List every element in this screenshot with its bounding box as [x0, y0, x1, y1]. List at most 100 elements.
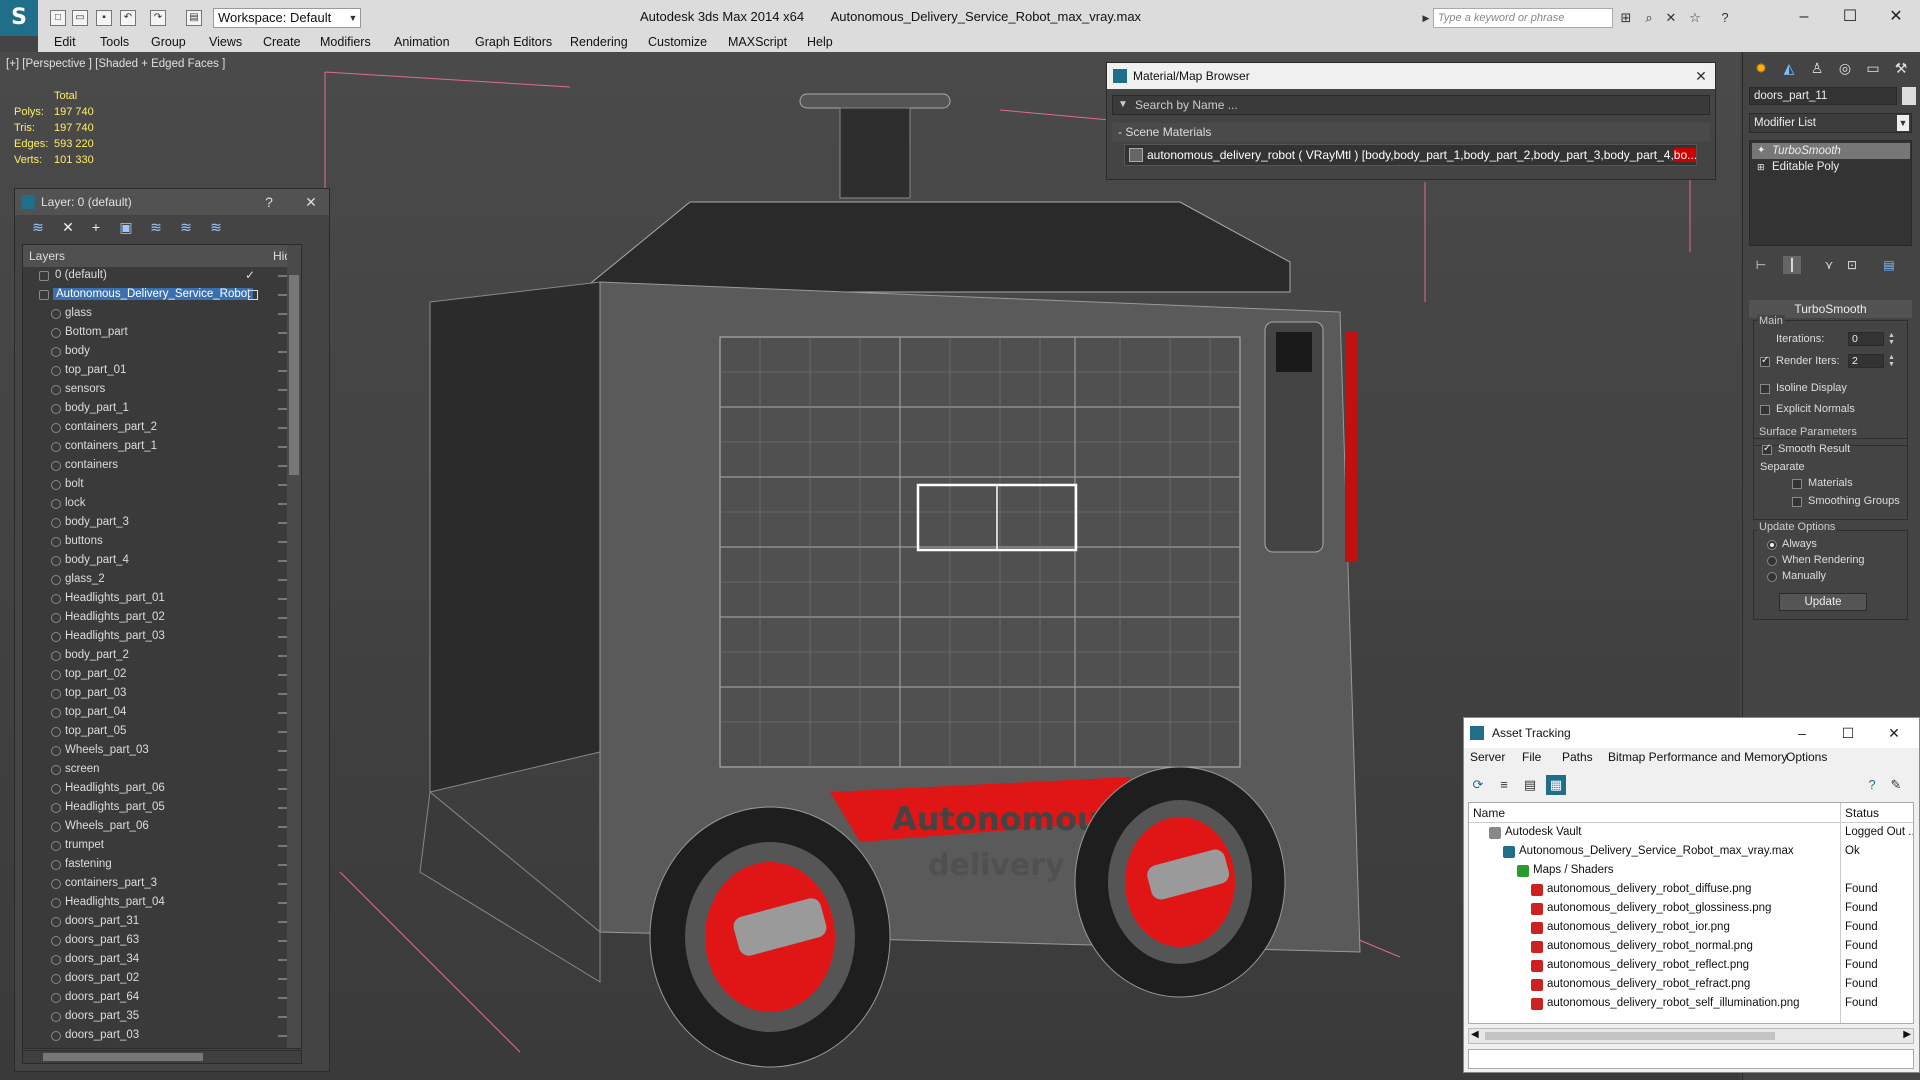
- asset-row[interactable]: autonomous_delivery_robot_glossiness.png…: [1469, 900, 1913, 919]
- layer-object-row[interactable]: top_part_03: [23, 685, 301, 704]
- hierarchy-tab-icon[interactable]: ♙: [1805, 56, 1829, 80]
- update-manually-radio[interactable]: [1767, 572, 1777, 582]
- layer-object-row[interactable]: doors_part_35: [23, 1008, 301, 1027]
- asset-tracking-title[interactable]: Asset Tracking – ☐ ✕: [1464, 718, 1919, 748]
- favorite-star-icon[interactable]: ☆: [1686, 10, 1704, 26]
- viewport-label[interactable]: [+] [Perspective ] [Shaded + Edged Faces…: [6, 58, 225, 70]
- display-tab-icon[interactable]: ▭: [1861, 56, 1885, 80]
- show-end-result-icon[interactable]: ┃: [1783, 256, 1801, 274]
- at-menu-bitmap[interactable]: Bitmap Performance and Memory: [1608, 750, 1787, 764]
- project-folder-icon[interactable]: ▤: [186, 10, 202, 26]
- pin-icon[interactable]: ✎: [1886, 775, 1906, 795]
- new-file-icon[interactable]: □: [50, 10, 66, 26]
- menu-modifiers[interactable]: Modifiers: [320, 35, 371, 49]
- layer-object-row[interactable]: Wheels_part_03: [23, 742, 301, 761]
- list-view-icon[interactable]: ≡: [1494, 775, 1514, 795]
- modifier-stack[interactable]: ✦ TurboSmooth ⊞ Editable Poly: [1749, 140, 1912, 246]
- freeze-all-icon[interactable]: ≋: [206, 217, 226, 237]
- layer-object-row[interactable]: lock: [23, 495, 301, 514]
- workspace-dropdown[interactable]: Workspace: Default: [213, 8, 361, 28]
- layer-object-row[interactable]: doors_part_64: [23, 989, 301, 1008]
- scroll-thumb[interactable]: [289, 275, 299, 475]
- asset-table[interactable]: Name Status Autodesk Vault Logged Out ...…: [1468, 802, 1914, 1024]
- layer-vertical-scrollbar[interactable]: [287, 245, 301, 1048]
- scene-materials-section[interactable]: - Scene Materials: [1112, 123, 1710, 141]
- layer-object-row[interactable]: doors_part_63: [23, 932, 301, 951]
- menu-customize[interactable]: Customize: [648, 35, 707, 49]
- filter-icon[interactable]: ▼: [1118, 96, 1128, 114]
- layer-object-row[interactable]: body: [23, 343, 301, 362]
- hide-all-icon[interactable]: ≋: [176, 217, 196, 237]
- asset-row[interactable]: Maps / Shaders: [1469, 862, 1913, 881]
- material-browser-title[interactable]: Material/Map Browser ✕: [1107, 63, 1715, 89]
- save-file-icon[interactable]: ▪: [96, 10, 112, 26]
- maximize-icon[interactable]: ☐: [1826, 718, 1870, 748]
- layer-object-row[interactable]: body_part_1: [23, 400, 301, 419]
- layer-object-row[interactable]: fastening: [23, 856, 301, 875]
- expand-plus-icon[interactable]: ⊞: [1757, 159, 1765, 175]
- search-input[interactable]: Type a keyword or phrase: [1433, 8, 1613, 28]
- asset-horizontal-scrollbar[interactable]: ◀ ▶: [1468, 1028, 1914, 1044]
- new-layer-icon[interactable]: ≋: [28, 217, 48, 237]
- layer-object-row[interactable]: body_part_2: [23, 647, 301, 666]
- at-menu-options[interactable]: Options: [1786, 750, 1827, 764]
- close-icon[interactable]: ✕: [301, 189, 321, 215]
- asset-row[interactable]: autonomous_delivery_robot_refract.png Fou…: [1469, 976, 1913, 995]
- undo-icon[interactable]: ↶: [120, 10, 136, 26]
- stack-item-turbosmooth[interactable]: ✦ TurboSmooth: [1752, 143, 1910, 159]
- object-name-field[interactable]: doors_part_11: [1749, 87, 1897, 105]
- search-icon[interactable]: ⌕: [1640, 10, 1658, 26]
- update-rendering-radio[interactable]: [1767, 556, 1777, 566]
- chevron-down-icon[interactable]: ▼: [1897, 115, 1909, 131]
- menu-group[interactable]: Group: [151, 35, 186, 49]
- pin-stack-icon[interactable]: ⊢: [1752, 256, 1770, 274]
- close-icon[interactable]: ✕: [1691, 63, 1711, 89]
- scroll-right-icon[interactable]: ▶: [1903, 1029, 1911, 1040]
- asset-path-field[interactable]: [1468, 1049, 1914, 1069]
- at-menu-paths[interactable]: Paths: [1562, 750, 1593, 764]
- layer-object-row[interactable]: trumpet: [23, 837, 301, 856]
- menu-views[interactable]: Views: [209, 35, 242, 49]
- open-file-icon[interactable]: ▭: [72, 10, 88, 26]
- refresh-icon[interactable]: ⟳: [1468, 775, 1488, 795]
- column-status[interactable]: Status: [1845, 806, 1879, 820]
- separate-smoothing-checkbox[interactable]: [1792, 497, 1802, 507]
- column-name[interactable]: Name: [1473, 806, 1505, 820]
- lightbulb-icon[interactable]: ✦: [1757, 143, 1765, 159]
- layer-object-row[interactable]: top_part_02: [23, 666, 301, 685]
- layer-horizontal-scrollbar[interactable]: [22, 1050, 302, 1064]
- asset-row[interactable]: autonomous_delivery_robot_diffuse.png Fou…: [1469, 881, 1913, 900]
- menu-graph-editors[interactable]: Graph Editors: [475, 35, 552, 49]
- material-item[interactable]: autonomous_delivery_robot ( VRayMtl ) [b…: [1124, 144, 1697, 166]
- add-selection-icon[interactable]: +: [86, 217, 106, 237]
- layer-object-row[interactable]: top_part_01: [23, 362, 301, 381]
- motion-tab-icon[interactable]: ◎: [1833, 56, 1857, 80]
- layer-object-row[interactable]: Headlights_part_04: [23, 894, 301, 913]
- layer-row-default[interactable]: 0 (default) ✓: [23, 267, 301, 286]
- layer-object-row[interactable]: glass: [23, 305, 301, 324]
- layer-row-selected[interactable]: Autonomous_Delivery_Service_Robot: [23, 286, 301, 305]
- layer-object-row[interactable]: Headlights_part_01: [23, 590, 301, 609]
- layer-object-row[interactable]: Headlights_part_05: [23, 799, 301, 818]
- layer-object-row[interactable]: glass_2: [23, 571, 301, 590]
- layer-panel-title[interactable]: Layer: 0 (default) ? ✕: [15, 189, 329, 215]
- maximize-icon[interactable]: ☐: [1830, 4, 1870, 30]
- at-menu-server[interactable]: Server: [1470, 750, 1505, 764]
- configure-sets-icon[interactable]: ▤: [1880, 256, 1898, 274]
- layer-list[interactable]: Layers Hide 0 (default) ✓ Autonomous_Del…: [22, 244, 302, 1049]
- scroll-left-icon[interactable]: ◀: [1471, 1029, 1479, 1040]
- utilities-tab-icon[interactable]: ⚒: [1889, 56, 1913, 80]
- delete-layer-icon[interactable]: ✕: [58, 217, 78, 237]
- asset-row[interactable]: autonomous_delivery_robot_normal.png Foun…: [1469, 938, 1913, 957]
- layer-object-row[interactable]: doors_part_03: [23, 1027, 301, 1046]
- layer-object-row[interactable]: containers: [23, 457, 301, 476]
- help-icon[interactable]: ?: [1862, 775, 1882, 795]
- layer-object-row[interactable]: doors_part_31: [23, 913, 301, 932]
- asset-row[interactable]: autonomous_delivery_robot_reflect.png Fou…: [1469, 957, 1913, 976]
- chevron-down-icon[interactable]: ▼: [346, 8, 360, 28]
- select-objects-icon[interactable]: ▣: [116, 217, 136, 237]
- layer-object-row[interactable]: Headlights_part_02: [23, 609, 301, 628]
- close-icon[interactable]: ✕: [1876, 4, 1916, 30]
- layer-object-row[interactable]: bolt: [23, 476, 301, 495]
- help-icon[interactable]: ?: [1716, 10, 1734, 26]
